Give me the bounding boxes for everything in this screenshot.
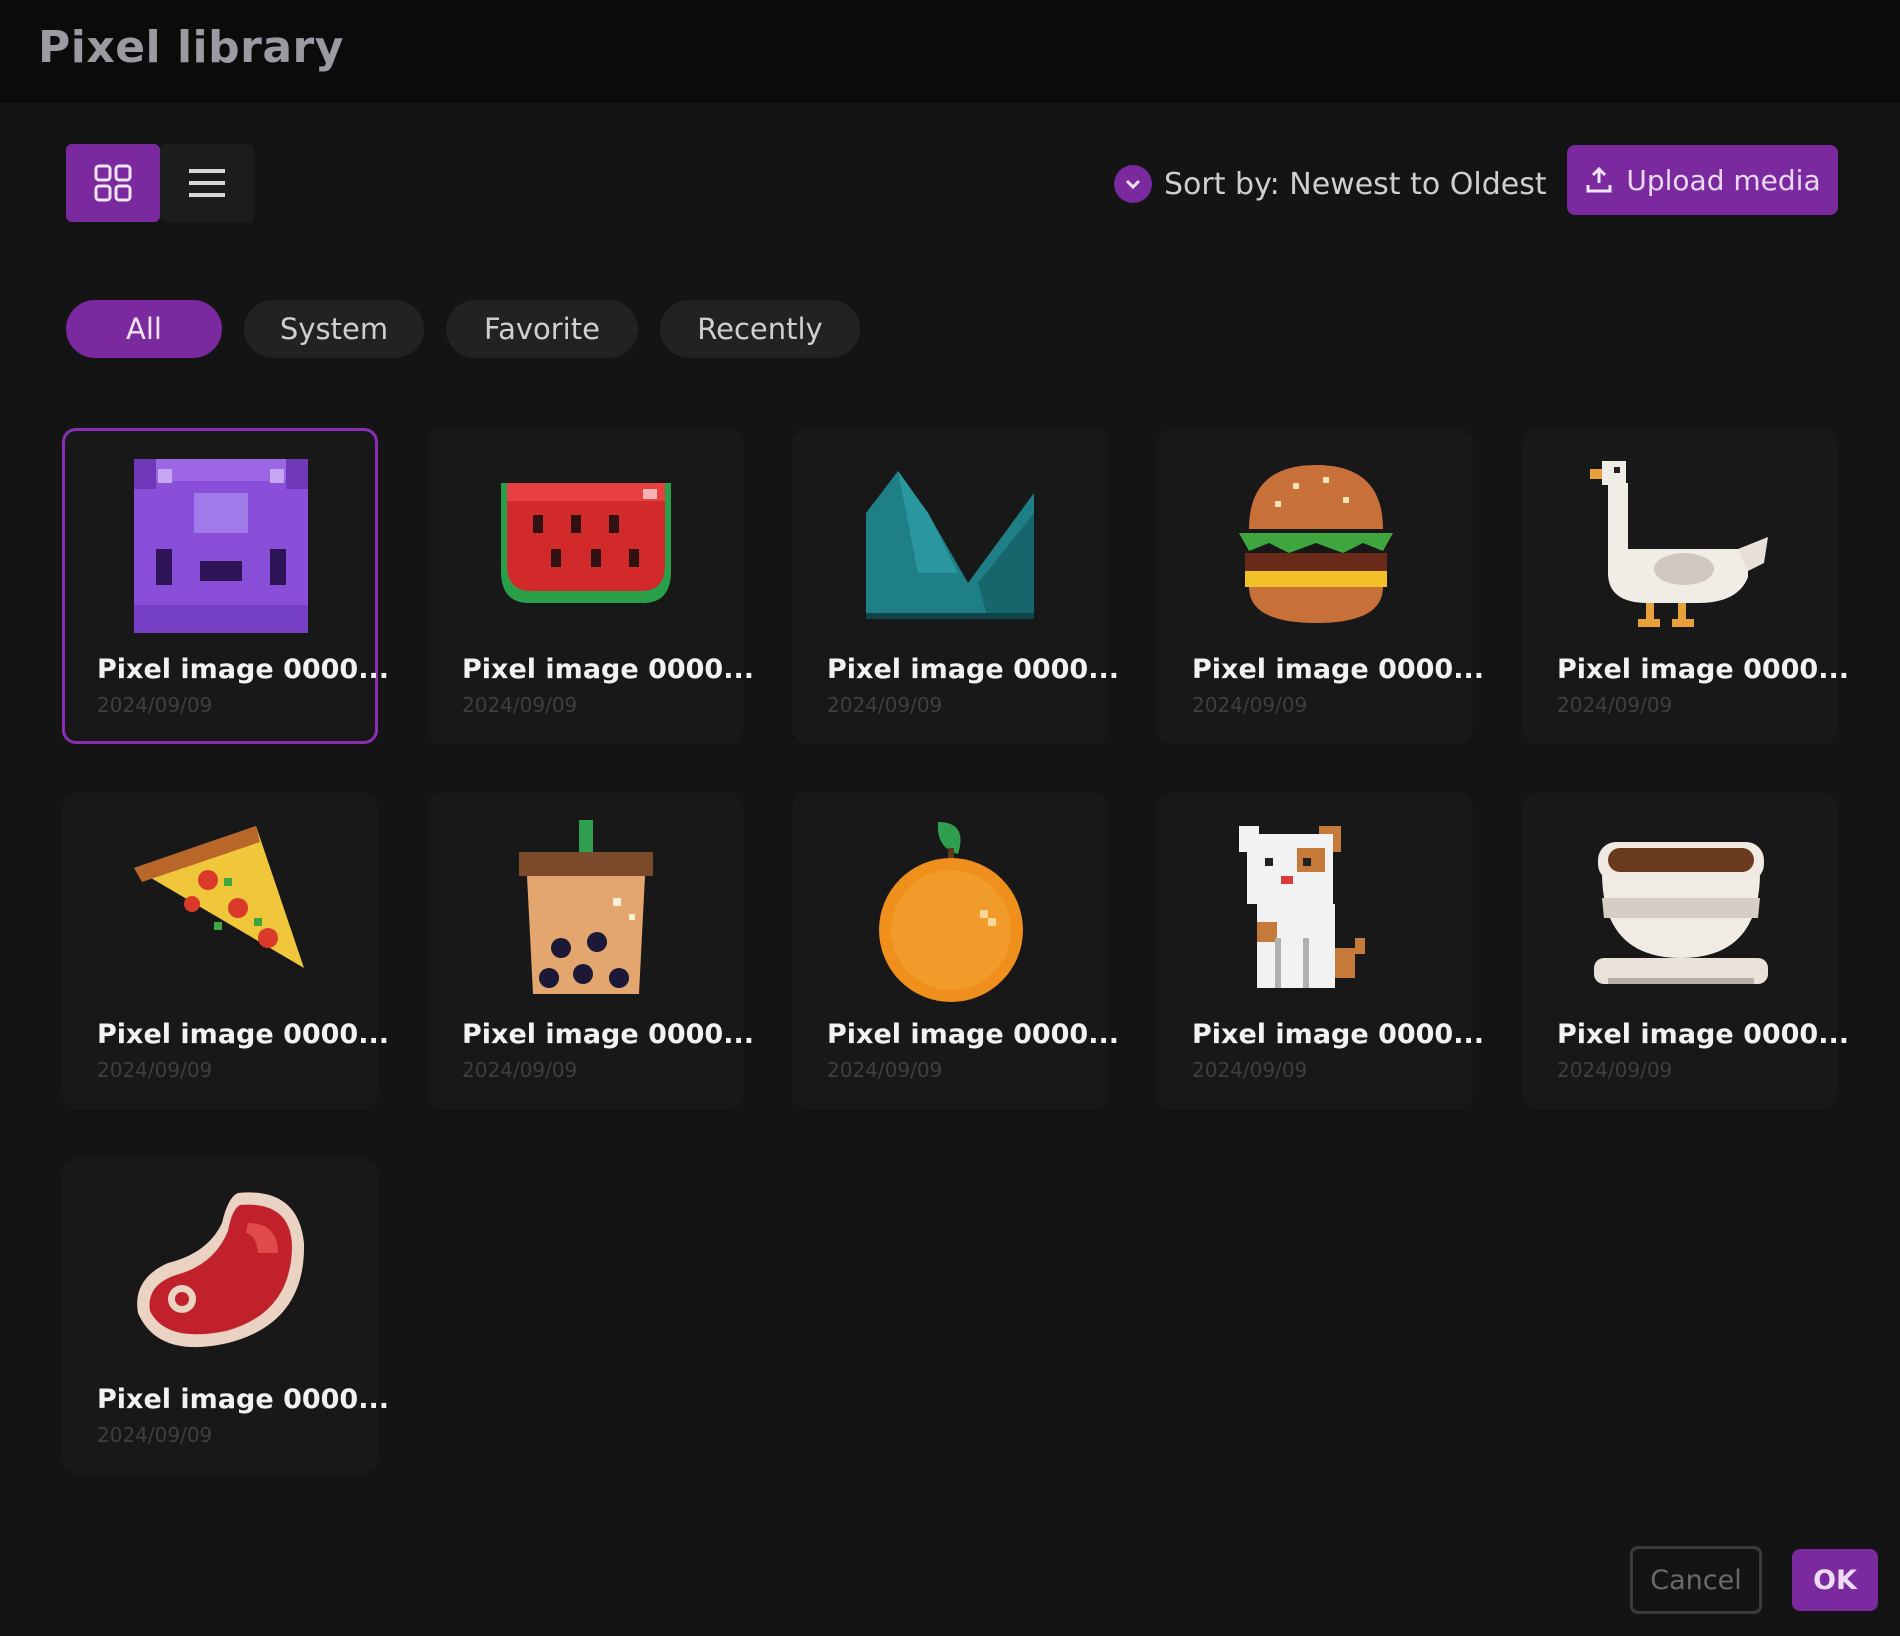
sort-dropdown[interactable]: Sort by: Newest to Oldest	[1114, 162, 1547, 206]
media-card[interactable]: Pixel image 0000... 2024/09/09	[427, 793, 754, 1109]
media-card[interactable]: Pixel image 0000... 2024/09/09	[62, 793, 389, 1109]
filter-chip-favorite[interactable]: Favorite	[446, 300, 638, 358]
media-thumbnail	[1588, 453, 1774, 639]
filter-chip-system[interactable]: System	[244, 300, 424, 358]
bubble-tea-image	[519, 820, 653, 994]
media-title: Pixel image 0000...	[462, 1019, 754, 1050]
media-thumbnail	[493, 453, 679, 639]
media-title: Pixel image 0000...	[97, 1019, 389, 1050]
goose-image	[1590, 461, 1768, 627]
media-date: 2024/09/09	[827, 693, 943, 717]
coffee-cup-image	[1594, 842, 1768, 984]
title-bar: Pixel library	[0, 0, 1900, 103]
grid-view-button[interactable]	[66, 144, 160, 222]
chevron-down-icon	[1114, 165, 1152, 203]
media-title: Pixel image 0000...	[462, 654, 754, 685]
media-title: Pixel image 0000...	[97, 654, 389, 685]
upload-media-button[interactable]: Upload media	[1567, 145, 1838, 215]
media-title: Pixel image 0000...	[1557, 1019, 1849, 1050]
media-thumbnail	[128, 1183, 314, 1369]
media-thumbnail	[493, 818, 679, 1004]
media-thumbnail	[1588, 818, 1774, 1004]
filter-chips: All System Favorite Recently	[66, 300, 860, 358]
media-date: 2024/09/09	[97, 1058, 213, 1082]
grid-icon	[94, 164, 132, 202]
media-card[interactable]: Pixel image 0000... 2024/09/09	[62, 428, 389, 744]
pizza-slice-image	[134, 826, 304, 968]
media-card[interactable]: Pixel image 0000... 2024/09/09	[792, 428, 1119, 744]
view-mode-toggle	[66, 144, 254, 222]
list-view-button[interactable]	[160, 144, 254, 222]
media-title: Pixel image 0000...	[1192, 1019, 1484, 1050]
media-card[interactable]: Pixel image 0000... 2024/09/09	[427, 428, 754, 744]
burger-image	[1239, 465, 1393, 623]
media-date: 2024/09/09	[97, 693, 213, 717]
upload-icon	[1586, 166, 1612, 193]
cancel-button[interactable]: Cancel	[1630, 1546, 1762, 1614]
dog-image	[1239, 826, 1365, 988]
purple-creature-image	[134, 459, 308, 633]
filter-chip-all[interactable]: All	[66, 300, 222, 358]
media-title: Pixel image 0000...	[1557, 654, 1849, 685]
media-thumbnail	[858, 818, 1044, 1004]
media-date: 2024/09/09	[462, 693, 578, 717]
steak-image	[137, 1192, 305, 1348]
media-card[interactable]: Pixel image 0000... 2024/09/09	[1157, 793, 1484, 1109]
media-date: 2024/09/09	[1557, 1058, 1673, 1082]
watermelon-image	[501, 483, 671, 603]
media-card[interactable]: Pixel image 0000... 2024/09/09	[1157, 428, 1484, 744]
media-card[interactable]: Pixel image 0000... 2024/09/09	[792, 793, 1119, 1109]
media-title: Pixel image 0000...	[827, 654, 1119, 685]
media-title: Pixel image 0000...	[827, 1019, 1119, 1050]
ok-button[interactable]: OK	[1792, 1549, 1878, 1611]
media-date: 2024/09/09	[1557, 693, 1673, 717]
teal-mountain-image	[866, 471, 1034, 619]
media-date: 2024/09/09	[1192, 693, 1308, 717]
window-title: Pixel library	[38, 22, 344, 73]
upload-media-label: Upload media	[1626, 163, 1821, 197]
sort-label: Sort by: Newest to Oldest	[1164, 166, 1547, 202]
media-thumbnail	[128, 818, 314, 1004]
media-thumbnail	[128, 453, 314, 639]
media-title: Pixel image 0000...	[1192, 654, 1484, 685]
media-grid: Pixel image 0000... 2024/09/09 Pixel ima…	[62, 428, 1849, 1474]
media-card[interactable]: Pixel image 0000... 2024/09/09	[62, 1158, 389, 1474]
media-thumbnail	[1223, 818, 1409, 1004]
media-title: Pixel image 0000...	[97, 1384, 389, 1415]
filter-chip-recently[interactable]: Recently	[660, 300, 860, 358]
orange-image	[879, 822, 1023, 1002]
media-date: 2024/09/09	[827, 1058, 943, 1082]
media-date: 2024/09/09	[1192, 1058, 1308, 1082]
media-thumbnail	[858, 453, 1044, 639]
media-thumbnail	[1223, 453, 1409, 639]
media-date: 2024/09/09	[462, 1058, 578, 1082]
list-icon	[189, 169, 225, 197]
media-card[interactable]: Pixel image 0000... 2024/09/09	[1522, 793, 1849, 1109]
media-card[interactable]: Pixel image 0000... 2024/09/09	[1522, 428, 1849, 744]
media-date: 2024/09/09	[97, 1423, 213, 1447]
